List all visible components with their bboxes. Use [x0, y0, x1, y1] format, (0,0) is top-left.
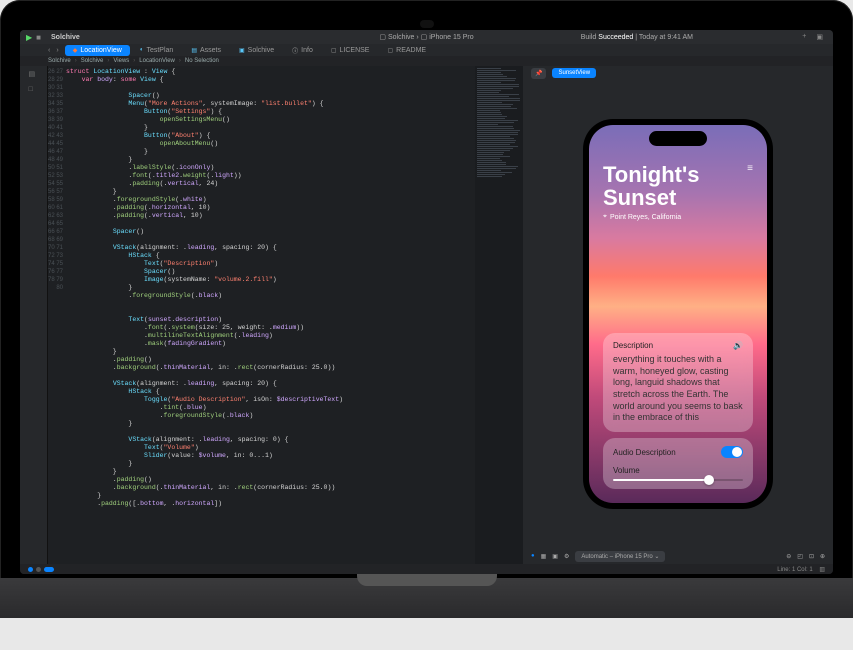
page-title: Tonight's Sunset	[603, 163, 699, 209]
device-settings-button[interactable]: ⚙	[564, 553, 569, 560]
tab-assets[interactable]: ▤Assets	[183, 45, 229, 56]
zoom-in-icon[interactable]: ⊕	[820, 553, 825, 560]
controls-card: Audio Description Volume	[603, 438, 753, 489]
jump-segment[interactable]: Solchive	[48, 58, 71, 64]
tab-testplan[interactable]: ◐TestPlan	[132, 45, 181, 56]
cursor-position: Line: 1 Col: 1	[777, 567, 812, 573]
line-gutter: 26 27 28 29 30 31 32 33 34 35 36 37 38 3…	[48, 66, 66, 564]
run-destination[interactable]: ▢ Solchive › ▢ iPhone 15 Pro	[379, 33, 473, 41]
xcode-window: ▶ ■ Solchive ▢ Solchive › ▢ iPhone 15 Pr…	[20, 30, 833, 574]
iphone-frame: Tonight's Sunset ≡ ⌖ Point Reyes, Califo…	[583, 119, 773, 509]
jump-segment[interactable]: Solchive	[81, 58, 104, 64]
tab-solchive[interactable]: ▣Solchive	[231, 45, 282, 56]
tab-locationview[interactable]: ◆LocationView	[65, 45, 130, 56]
asset-icon: ▤	[191, 47, 197, 54]
plan-icon: ◐	[140, 47, 144, 53]
chevron-down-icon: ⌄	[654, 554, 659, 560]
volume-label: Volume	[613, 466, 743, 475]
xcode-toolbar: ▶ ■ Solchive ▢ Solchive › ▢ iPhone 15 Pr…	[20, 30, 833, 44]
code-area[interactable]: struct LocationView : View { var body: s…	[66, 66, 475, 564]
nav-icon[interactable]: □	[29, 86, 39, 96]
hinge-notch	[357, 574, 497, 586]
folder-icon: ▢	[379, 34, 386, 41]
minimap[interactable]	[475, 66, 523, 564]
main-split: ▤ □ 26 27 28 29 30 31 32 33 34 35 36 37 …	[20, 66, 833, 564]
description-body: everything it touches with a warm, honey…	[613, 354, 743, 424]
list-bullet-icon[interactable]: ≡	[747, 163, 753, 174]
nav-back-icon[interactable]: ‹	[48, 47, 50, 54]
editor-layout-icon[interactable]: ▥	[819, 567, 825, 573]
dynamic-island	[649, 131, 707, 146]
zoom-actual-icon[interactable]: ⊡	[809, 553, 814, 560]
app-root: Tonight's Sunset ≡ ⌖ Point Reyes, Califo…	[589, 125, 767, 503]
tab-bar: ‹ › ◆LocationView◐TestPlan▤Assets▣Solchi…	[20, 44, 833, 56]
selectable-button[interactable]: ▦	[541, 553, 547, 560]
volume-slider[interactable]	[613, 479, 743, 481]
tab-license[interactable]: ▢LICENSE	[323, 45, 378, 56]
canvas-toolbar: 📌 SunsetView	[523, 66, 833, 80]
library-button[interactable]: ▣	[816, 33, 823, 41]
preview-canvas: 📌 SunsetView Tonight's	[523, 66, 833, 564]
device-frame-wrap: Tonight's Sunset ≡ ⌖ Point Reyes, Califo…	[523, 80, 833, 548]
add-button[interactable]: +	[802, 33, 806, 41]
preview-selector[interactable]: SunsetView	[552, 68, 596, 78]
variants-button[interactable]: ▣	[552, 553, 558, 560]
status-indicator[interactable]	[44, 567, 54, 572]
display-bezel: ▶ ■ Solchive ▢ Solchive › ▢ iPhone 15 Pr…	[0, 0, 853, 580]
laptop-frame: ▶ ■ Solchive ▢ Solchive › ▢ iPhone 15 Pr…	[0, 0, 853, 650]
location-pin-icon: ⌖	[603, 213, 607, 221]
doc-icon: ▢	[331, 47, 337, 54]
jump-segment[interactable]: Views	[113, 58, 129, 64]
jump-segment[interactable]: LocationView	[139, 58, 175, 64]
status-indicator[interactable]	[36, 567, 41, 572]
swift-icon: ◆	[73, 47, 78, 54]
nav-icon[interactable]: ▤	[29, 70, 39, 80]
status-bar: Line: 1 Col: 1 ▥	[20, 564, 833, 574]
canvas-bottom-bar: ● ▦ ▣ ⚙ Automatic – iPhone 15 Pro ⌄ ⊖ ◰ …	[523, 548, 833, 564]
pin-preview-button[interactable]: 📌	[531, 68, 546, 79]
zoom-out-icon[interactable]: ⊖	[786, 553, 791, 560]
slider-knob[interactable]	[704, 475, 714, 485]
speaker-icon[interactable]: 🔊	[733, 341, 743, 350]
audio-description-toggle[interactable]	[721, 446, 743, 458]
location-label: ⌖ Point Reyes, California	[603, 213, 753, 221]
device-selector[interactable]: Automatic – iPhone 15 Pro ⌄	[575, 551, 665, 562]
stop-button[interactable]: ■	[36, 33, 41, 42]
nav-fwd-icon[interactable]: ›	[56, 47, 58, 54]
camera-notch	[420, 20, 434, 28]
device-icon: ▢	[421, 34, 428, 41]
doc-icon: ▢	[387, 47, 393, 54]
folder-icon: ▣	[239, 47, 245, 54]
iphone-screen[interactable]: Tonight's Sunset ≡ ⌖ Point Reyes, Califo…	[589, 125, 767, 503]
laptop-base	[0, 578, 853, 618]
navigator-rail: ▤ □	[20, 66, 48, 564]
live-button[interactable]: ●	[531, 553, 535, 559]
activity-status: Build Succeeded | Today at 9:41 AM	[581, 34, 693, 41]
tab-info[interactable]: ⓘInfo	[284, 44, 321, 57]
tab-readme[interactable]: ▢README	[379, 45, 434, 56]
run-button[interactable]: ▶	[26, 33, 32, 42]
description-heading: Description	[613, 341, 653, 350]
scheme-selector[interactable]: Solchive	[51, 34, 80, 41]
source-editor[interactable]: 26 27 28 29 30 31 32 33 34 35 36 37 38 3…	[48, 66, 523, 564]
jump-bar[interactable]: Solchive›Solchive›Views›LocationView›No …	[20, 56, 833, 66]
zoom-fit-icon[interactable]: ◰	[797, 553, 803, 560]
status-indicator[interactable]	[28, 567, 33, 572]
toggle-label: Audio Description	[613, 448, 676, 457]
description-card: Description 🔊 everything it touches with…	[603, 333, 753, 432]
jump-segment[interactable]: No Selection	[185, 58, 219, 64]
info-icon: ⓘ	[292, 46, 298, 55]
